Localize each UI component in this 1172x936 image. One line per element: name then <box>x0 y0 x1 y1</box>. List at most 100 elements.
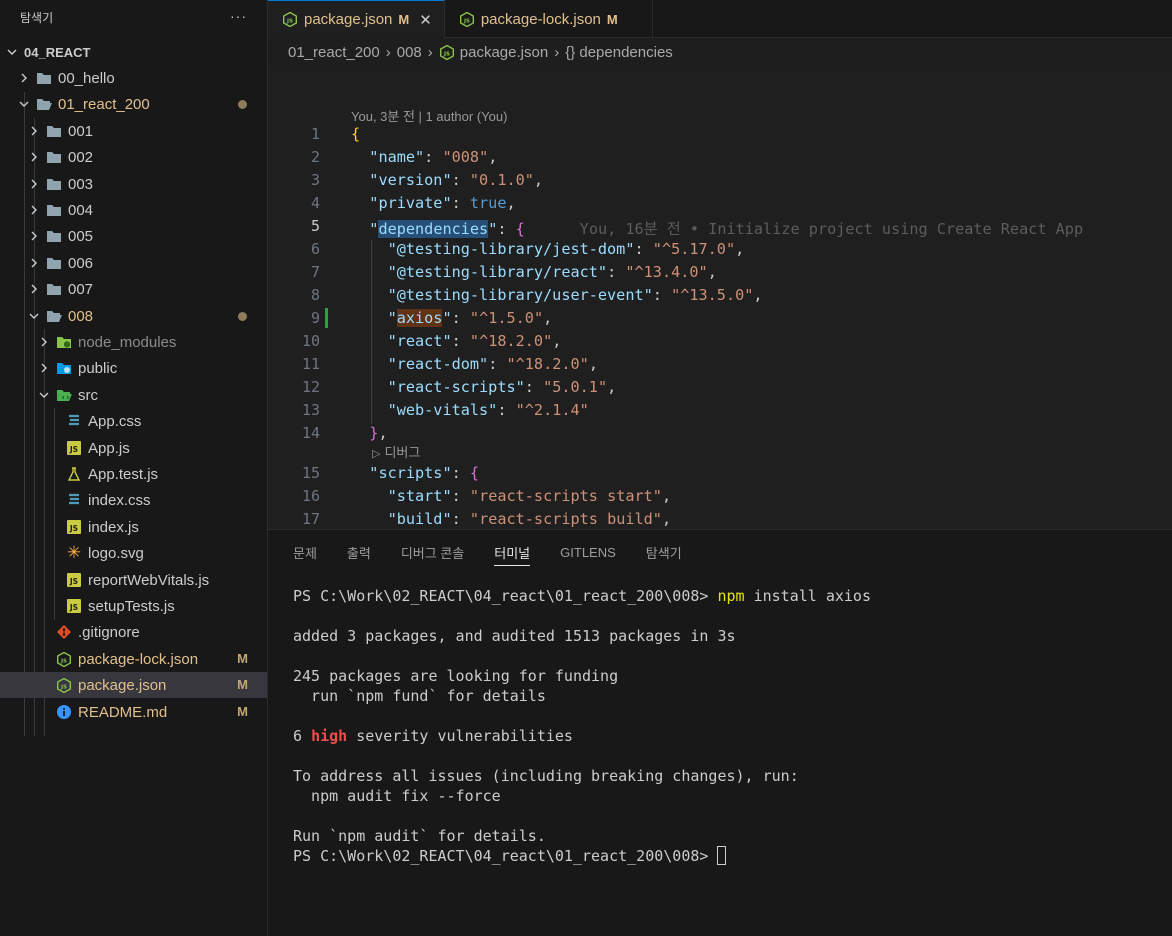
public-folder-icon <box>56 360 72 376</box>
tree-file-setuptests-js[interactable]: JS setupTests.js <box>0 593 267 619</box>
code-editor[interactable]: You, 3분 전 | 1 author (You) 1 2 3 4 5 6 7… <box>268 66 1172 529</box>
breadcrumb-item[interactable]: 01_react_200 <box>288 44 380 61</box>
codelens-debug[interactable]: ▷ 디버그 <box>372 442 420 461</box>
modified-badge: M <box>237 651 248 666</box>
terminal-cursor[interactable] <box>717 846 727 865</box>
tree-folder-node-modules[interactable]: node_modules <box>0 329 267 355</box>
tree-item-label: 008 <box>68 307 94 325</box>
nodejs-icon: JS <box>439 44 455 60</box>
chevron-right-icon <box>28 151 40 163</box>
code-line-current: "dependencies": { You, 16분 전 • Initializ… <box>369 220 1084 238</box>
tab-terminal[interactable]: 터미널 <box>494 530 530 574</box>
tree-root-04-react[interactable]: 04_REACT <box>0 39 267 65</box>
tree-folder-public[interactable]: public <box>0 355 267 381</box>
chevron-right-icon: › <box>554 43 560 61</box>
nodejs-icon: JS <box>282 12 298 28</box>
explorer-title: 탐색기 <box>20 11 54 25</box>
tree-folder-004[interactable]: 004 <box>0 197 267 223</box>
css-icon <box>66 492 82 508</box>
tree-file-readme-md[interactable]: README.md M <box>0 699 267 725</box>
git-icon <box>56 624 72 640</box>
tree-folder-src[interactable]: src <box>0 382 267 408</box>
modified-dot-icon <box>238 312 247 321</box>
tree-folder-006[interactable]: 006 <box>0 250 267 276</box>
terminal-output[interactable]: PS C:\Work\02_REACT\04_react\01_react_20… <box>293 586 871 866</box>
folder-icon <box>46 149 62 165</box>
tree-file-gitignore[interactable]: .gitignore <box>0 619 267 645</box>
svg-text:JS: JS <box>286 18 293 24</box>
tab-explorer[interactable]: 탐색기 <box>646 530 682 574</box>
breadcrumb-item[interactable]: package.json <box>460 44 548 61</box>
tree-item-label: src <box>78 386 98 404</box>
tree-file-package-lock-json[interactable]: JS package-lock.json M <box>0 646 267 672</box>
modified-dot-icon <box>238 100 247 109</box>
tree-file-app-test-js[interactable]: App.test.js <box>0 461 267 487</box>
folder-icon <box>36 70 52 86</box>
tree-folder-003[interactable]: 003 <box>0 171 267 197</box>
tree-file-logo-svg[interactable]: ✳ logo.svg <box>0 540 267 566</box>
chevron-right-icon <box>28 283 40 295</box>
line-number: 5 <box>310 217 320 235</box>
line-number: 12 <box>301 378 320 396</box>
tree-item-label: 01_react_200 <box>58 95 150 113</box>
tree-folder-005[interactable]: 005 <box>0 223 267 249</box>
tree-folder-001[interactable]: 001 <box>0 118 267 144</box>
chevron-down-icon <box>38 389 50 401</box>
line-number: 8 <box>310 286 320 304</box>
modified-badge: M <box>237 677 248 692</box>
chevron-down-icon <box>28 310 40 322</box>
node-modules-folder-icon <box>56 334 72 350</box>
tab-problems[interactable]: 문제 <box>293 530 317 574</box>
code-line: "start": "react-scripts start", <box>387 487 672 505</box>
chevron-right-icon <box>28 257 40 269</box>
folder-icon <box>46 202 62 218</box>
tree-file-app-css[interactable]: App.css <box>0 408 267 434</box>
chevron-right-icon <box>28 230 40 242</box>
tab-output[interactable]: 출력 <box>347 530 371 574</box>
nodejs-icon: JS <box>56 651 72 667</box>
tree-folder-01-react-200[interactable]: 01_react_200 <box>0 91 267 117</box>
chevron-right-icon <box>28 178 40 190</box>
tree-file-package-json[interactable]: JS package.json M <box>0 672 267 698</box>
code-line: "@testing-library/react": "^13.4.0", <box>387 263 717 281</box>
breadcrumb-item[interactable]: 008 <box>397 44 422 61</box>
explorer-sidebar: 탐색기 ··· 04_REACT 00_hello 01_react_200 0… <box>0 0 268 936</box>
tree-item-label: 002 <box>68 148 94 166</box>
tree-file-app-js[interactable]: JS App.js <box>0 435 267 461</box>
tree-folder-007[interactable]: 007 <box>0 276 267 302</box>
play-icon: ▷ <box>372 448 381 460</box>
line-number: 11 <box>301 355 320 373</box>
line-number: 10 <box>301 332 320 350</box>
tab-debug-console[interactable]: 디버그 콘솔 <box>401 530 464 574</box>
tree-item-label: README.md <box>78 703 168 721</box>
terminal-vuln-count: 6 <box>293 727 303 745</box>
test-flask-icon <box>66 466 82 482</box>
code-line: "@testing-library/jest-dom": "^5.17.0", <box>387 240 745 258</box>
tab-gitlens[interactable]: GITLENS <box>560 530 616 574</box>
tree-item-label: package.json <box>78 676 167 694</box>
modified-badge: M <box>237 704 248 719</box>
tree-folder-00-hello[interactable]: 00_hello <box>0 65 267 91</box>
tree-item-label: index.js <box>88 518 139 536</box>
tree-item-label: 004 <box>68 201 94 219</box>
tree-item-label: 00_hello <box>58 69 115 87</box>
close-icon[interactable]: ✕ <box>419 11 432 29</box>
tree-file-index-css[interactable]: index.css <box>0 487 267 513</box>
codelens-blame[interactable]: You, 3분 전 | 1 author (You) <box>351 106 507 125</box>
tab-package-json[interactable]: JS package.json M ✕ <box>268 0 445 38</box>
info-icon <box>56 704 72 720</box>
folder-open-icon <box>46 308 62 324</box>
terminal-line: npm audit fix --force <box>293 787 501 805</box>
tab-package-lock-json[interactable]: JS package-lock.json M <box>445 0 653 38</box>
more-actions-icon[interactable]: ··· <box>230 8 247 24</box>
breadcrumb-item[interactable]: {} dependencies <box>565 44 673 61</box>
line-number: 17 <box>301 510 320 528</box>
terminal-line: Run `npm audit` for details. <box>293 827 546 845</box>
tree-file-index-js[interactable]: JS index.js <box>0 514 267 540</box>
tree-file-reportwebvitals-js[interactable]: JS reportWebVitals.js <box>0 567 267 593</box>
tree-folder-008[interactable]: 008 <box>0 303 267 329</box>
folder-icon <box>46 255 62 271</box>
svg-text:JS: JS <box>69 577 78 586</box>
tree-item-label: App.js <box>88 439 130 457</box>
tree-folder-002[interactable]: 002 <box>0 144 267 170</box>
